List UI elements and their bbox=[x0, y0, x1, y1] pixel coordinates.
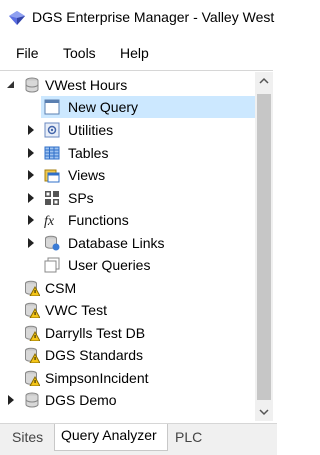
tree-item-label: VWC Test bbox=[45, 302, 107, 318]
tree-item-dgs-standards[interactable]: DGS Standards bbox=[0, 344, 255, 366]
tree-item-darrylls-test-db[interactable]: Darrylls Test DB bbox=[0, 322, 255, 344]
tree-item-utilities[interactable]: Utilities bbox=[0, 119, 255, 141]
tree-item-label: New Query bbox=[68, 99, 139, 115]
stored-procedures-icon bbox=[45, 191, 59, 205]
tree-item-label: DGS Demo bbox=[45, 392, 117, 408]
tree-item-views[interactable]: Views bbox=[0, 164, 255, 186]
utilities-icon bbox=[44, 122, 60, 138]
database-warning-icon bbox=[25, 325, 40, 341]
window-edge bbox=[273, 70, 277, 454]
expanded-arrow-icon[interactable] bbox=[6, 79, 16, 91]
tree-item-simpsonincident[interactable]: SimpsonIncident bbox=[0, 367, 255, 389]
tree-item-label: Views bbox=[68, 167, 106, 183]
collapsed-arrow-icon[interactable] bbox=[26, 124, 36, 136]
app-diamond-icon bbox=[9, 11, 25, 25]
tree-item-label: Tables bbox=[68, 145, 109, 161]
menu-separator bbox=[0, 70, 277, 71]
tree-item-label: Functions bbox=[68, 212, 129, 228]
menu-file[interactable]: File bbox=[16, 45, 39, 61]
collapsed-arrow-icon[interactable] bbox=[6, 394, 16, 406]
collapsed-arrow-icon[interactable] bbox=[26, 147, 36, 159]
database-warning-icon bbox=[25, 347, 40, 363]
views-icon bbox=[44, 169, 60, 183]
tree-item-label: DGS Standards bbox=[45, 347, 144, 363]
database-warning-icon bbox=[25, 280, 40, 296]
tree-item-functions[interactable]: fx Functions bbox=[0, 209, 255, 231]
tree-item-label: SPs bbox=[68, 190, 94, 206]
user-queries-icon bbox=[44, 257, 60, 273]
tree-item-label: SimpsonIncident bbox=[45, 370, 149, 386]
svg-text:fx: fx bbox=[44, 214, 55, 228]
tab-label: Query Analyzer bbox=[61, 427, 157, 443]
tree-item-label: CSM bbox=[45, 280, 77, 296]
bottom-tab-bar: Sites Query Analyzer PLC bbox=[0, 423, 277, 455]
scroll-thumb[interactable] bbox=[257, 94, 271, 400]
tree-item-dgs-demo[interactable]: DGS Demo bbox=[0, 389, 255, 411]
vertical-scrollbar[interactable] bbox=[255, 72, 273, 421]
tree-item-label: User Queries bbox=[68, 257, 151, 273]
database-warning-icon bbox=[25, 370, 40, 386]
database-link-icon bbox=[45, 235, 60, 251]
window-title: DGS Enterprise Manager - Valley West bbox=[32, 9, 275, 25]
tree-item-database-links[interactable]: Database Links bbox=[0, 232, 255, 254]
collapsed-arrow-icon[interactable] bbox=[26, 237, 36, 249]
tree-item-vwest-hours[interactable]: VWest Hours bbox=[0, 74, 255, 96]
tree-item-vwc-test[interactable]: VWC Test bbox=[0, 299, 255, 321]
tab-label: PLC bbox=[175, 429, 203, 445]
tab-plc[interactable]: PLC bbox=[170, 426, 210, 448]
database-icon bbox=[25, 392, 39, 408]
tree-item-tables[interactable]: Tables bbox=[0, 142, 255, 164]
tab-query-analyzer[interactable]: Query Analyzer bbox=[54, 424, 168, 451]
database-warning-icon bbox=[25, 302, 40, 318]
tree-item-label: VWest Hours bbox=[45, 77, 128, 93]
menu-bar: File Tools Help bbox=[0, 40, 277, 68]
tab-sites[interactable]: Sites bbox=[6, 426, 48, 448]
collapsed-arrow-icon[interactable] bbox=[26, 169, 36, 181]
tree-item-label: Database Links bbox=[68, 235, 165, 251]
database-tree[interactable]: VWest Hours New Query Utilities Tables V… bbox=[0, 72, 255, 421]
tree-item-sps[interactable]: SPs bbox=[0, 187, 255, 209]
table-icon bbox=[44, 146, 60, 160]
tree-item-csm[interactable]: CSM bbox=[0, 277, 255, 299]
tree-item-user-queries[interactable]: User Queries bbox=[0, 254, 255, 276]
menu-tools[interactable]: Tools bbox=[63, 45, 96, 61]
query-icon bbox=[44, 99, 60, 115]
database-icon bbox=[25, 77, 39, 93]
tree-item-label: Utilities bbox=[68, 122, 114, 138]
tab-label: Sites bbox=[12, 429, 44, 445]
tree-item-new-query[interactable]: New Query bbox=[0, 96, 255, 118]
scroll-down-icon[interactable] bbox=[255, 403, 273, 421]
title-bar: DGS Enterprise Manager - Valley West bbox=[0, 0, 277, 36]
collapsed-arrow-icon[interactable] bbox=[26, 192, 36, 204]
scroll-up-icon[interactable] bbox=[255, 72, 273, 90]
menu-help[interactable]: Help bbox=[120, 45, 149, 61]
tree-item-label: Darrylls Test DB bbox=[45, 325, 146, 341]
collapsed-arrow-icon[interactable] bbox=[26, 214, 36, 226]
function-icon: fx bbox=[44, 214, 55, 228]
